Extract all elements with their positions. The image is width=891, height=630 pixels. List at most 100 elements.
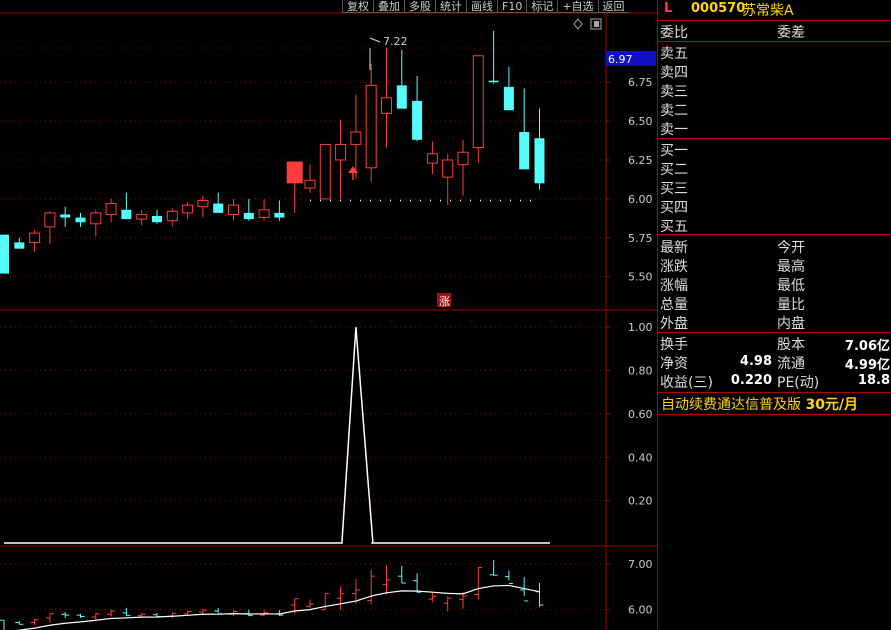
ind-y-tick-3: 0.40 [628,451,653,464]
stock-code: 000570 [691,1,746,16]
main-y-tick-1: 6.50 [628,115,653,128]
buy-row-3: 买四 [660,200,688,216]
candle-body-17 [258,209,270,219]
quote-right-4: 内盘 [777,316,805,332]
diamond-icon[interactable] [573,18,583,30]
toolbar-button-6[interactable]: 标记 [526,0,558,13]
candle-body-4 [60,214,71,218]
main-y-tick-3: 6.00 [628,193,653,206]
buy-row-2: 买三 [660,181,688,197]
toolbar-button-2[interactable]: 多股 [404,0,435,13]
equity-value: 7.06亿 [844,339,890,354]
candle-body-2 [29,232,41,243]
ad-price: 30元/月 [805,397,859,413]
candle-body-25 [381,97,392,114]
candle-body-0 [0,234,9,274]
ad-text: 自动续费通达信普及版 [661,397,801,413]
quote-panel: L 000570 苏常柴A 委比 委差 卖五 卖四 卖三 卖二 卖一 买一 买二 买三 买四买… [657,0,891,630]
candle-body-18 [274,212,285,218]
indicator-line [4,327,550,544]
candle-body-5 [75,217,86,223]
buy-row-0: 买一 [660,143,688,159]
zhang-tag-label: 涨 [439,295,450,308]
stock-name: 苏常柴A [742,3,794,19]
candle-body-26 [396,85,407,109]
toolbar: 复权 叠加 多股 统计 画线 F10 标记 +自选 返回 [342,0,629,13]
candle-body-16 [243,212,254,220]
candle-body-7 [105,203,117,215]
toolbar-button-4[interactable]: 画线 [466,0,497,13]
nav-label: 净资 [660,356,688,372]
sell-row-2: 卖三 [660,84,688,100]
candle-body-3 [44,212,56,228]
candle-body-1 [14,242,25,249]
candlestick-layer [0,30,545,274]
toolbar-button-8[interactable]: 返回 [597,0,629,13]
quote-right-1: 最高 [777,259,805,275]
pe-label: PE(动) [777,375,820,391]
candle-body-19 [286,161,303,184]
kline-chart[interactable]: 6.75 6.50 6.25 6.00 5.75 5.50 1.00 0.80 0.60 0.40… [0,0,657,630]
candle-body-24 [365,84,377,169]
vol-y-tick-1: 6.00 [628,604,653,617]
main-y-tick-4: 5.75 [628,232,653,245]
indicator-layer [4,327,550,544]
float-value: 4.99亿 [844,358,890,373]
candle-body-14 [213,203,224,213]
candle-body-30 [457,151,469,166]
ind-y-tick-4: 0.20 [628,495,653,508]
ind-y-tick-0: 1.00 [628,321,653,334]
candle-body-29 [442,159,454,178]
toolbar-button-0[interactable]: 复权 [342,0,373,13]
buy-row-4: 买五 [660,219,688,235]
weicha-label: 委差 [777,25,805,41]
eps-label: 收益(三) [660,375,713,391]
toolbar-button-1[interactable]: 叠加 [373,0,404,13]
vol-y-tick-0: 7.00 [628,558,653,571]
main-y-tick-5: 5.50 [628,271,653,284]
stock-header: L 000570 苏常柴A [658,0,891,21]
candle-body-22 [335,143,347,161]
marker-layer: 7.22 涨 6.97 [348,18,656,308]
volume-layer [0,560,544,630]
turnover-label: 换手 [660,337,688,353]
candle-body-31 [472,55,484,149]
candle-body-10 [152,216,162,223]
quote-right-2: 最低 [777,278,805,294]
main-y-tick-0: 6.75 [628,76,653,89]
toolbar-button-3[interactable]: 统计 [435,0,466,13]
grid-layer [0,12,657,630]
quote-left-2: 涨幅 [660,278,688,294]
nav-value: 4.98 [739,354,772,369]
candle-body-13 [197,199,209,208]
main-y-tick-2: 6.25 [628,154,653,167]
toolbar-button-7[interactable]: +自选 [557,0,598,13]
candle-body-20 [304,179,316,189]
sell-row-0: 卖五 [660,46,688,62]
mini-ma-line [15,584,540,630]
toolbar-button-5[interactable]: F10 [497,0,527,13]
candle-body-11 [166,210,178,222]
market-mark: L [664,1,673,16]
candle-body-34 [519,132,530,170]
current-price-tag-value: 6.97 [608,53,633,66]
candle-body-35 [534,138,545,184]
window-restore-icon[interactable] [590,18,602,30]
candle-body-28 [426,153,438,164]
candle-body-32 [488,80,499,83]
quote-left-1: 涨跌 [660,259,688,275]
quote-left-4: 外盘 [660,316,688,332]
pe-value: 18.8 [857,373,890,388]
candle-body-9 [136,213,148,220]
candle-body-33 [503,86,514,111]
candle-body-27 [412,100,423,140]
candle-body-8 [121,209,132,220]
subscription-ad[interactable]: 自动续费通达信普及版 30元/月 [661,394,858,414]
ind-y-tick-1: 0.80 [628,365,653,378]
high-price-marker: 7.22 [383,35,408,48]
high-marker-hook [369,37,381,43]
sell-row-3: 卖二 [660,103,688,119]
buy-row-1: 买二 [660,162,688,178]
chart-area[interactable]: 6.75 6.50 6.25 6.00 5.75 5.50 1.00 0.80 0.60 0.40… [0,0,657,630]
equity-label: 股本 [777,337,805,353]
